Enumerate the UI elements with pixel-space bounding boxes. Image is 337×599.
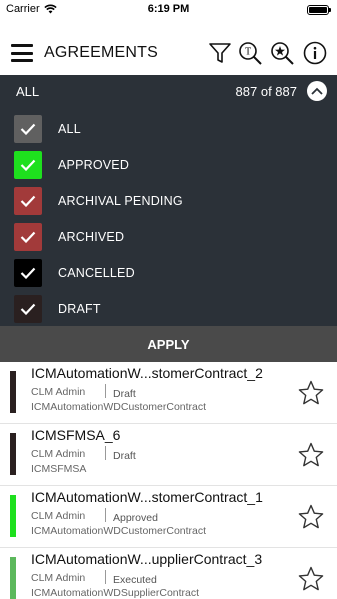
agreement-name: ICMAutomationW...upplierContract_3	[31, 551, 263, 567]
collapse-chevron-icon[interactable]	[307, 81, 327, 101]
advanced-search-icon[interactable]	[269, 40, 295, 66]
agreement-row[interactable]: ICMSFMSA_6 CLM Admin Draft ICMSFMSA	[0, 424, 337, 486]
filter-option-label: ARCHIVED	[58, 230, 125, 244]
filter-option[interactable]: ARCHIVED	[14, 223, 324, 251]
agreement-owner: CLM Admin	[31, 386, 86, 398]
checkbox[interactable]	[14, 115, 42, 143]
agreement-type: ICMAutomationWDCustomerContract	[31, 401, 207, 413]
checkmark-icon	[20, 303, 36, 315]
filter-option[interactable]: APPROVED	[14, 151, 324, 179]
app-header: AGREEMENTS T	[0, 33, 337, 73]
agreement-status: Draft	[113, 388, 136, 400]
agreement-count: 887 of 887	[235, 84, 297, 99]
status-bar: Carrier 6:19 PM	[0, 0, 337, 20]
agreement-owner: CLM Admin	[31, 448, 86, 460]
filter-option-label: ARCHIVAL PENDING	[58, 194, 183, 208]
filter-icon[interactable]	[207, 40, 233, 66]
filter-scope-label: ALL	[16, 84, 40, 99]
status-color-bar	[10, 495, 16, 537]
status-color-bar	[10, 557, 16, 599]
agreement-owner: CLM Admin	[31, 572, 86, 584]
agreement-row[interactable]: ICMAutomationW...stomerContract_1 CLM Adm…	[0, 486, 337, 548]
divider	[105, 508, 106, 522]
divider	[105, 570, 106, 584]
agreement-name: ICMSFMSA_6	[31, 427, 121, 443]
apply-button[interactable]: APPLY	[0, 326, 337, 362]
agreement-owner: CLM Admin	[31, 510, 86, 522]
divider	[105, 446, 106, 460]
agreement-type: ICMAutomationWDSupplierContract	[31, 587, 200, 599]
agreement-type: ICMSFMSA	[31, 463, 87, 475]
svg-text:T: T	[245, 47, 251, 58]
agreement-status: Approved	[113, 512, 158, 524]
agreement-row[interactable]: ICMAutomationW...stomerContract_2 CLM Adm…	[0, 362, 337, 424]
clock: 6:19 PM	[147, 3, 190, 15]
star-icon[interactable]	[297, 441, 325, 469]
filter-option-label: DRAFT	[58, 302, 101, 316]
checkmark-icon	[20, 267, 36, 279]
checkbox[interactable]	[14, 151, 42, 179]
star-icon[interactable]	[297, 379, 325, 407]
divider	[105, 384, 106, 398]
filter-option[interactable]: CANCELLED	[14, 259, 324, 287]
info-icon[interactable]	[302, 40, 328, 66]
filter-option[interactable]: ARCHIVAL PENDING	[14, 187, 324, 215]
star-icon[interactable]	[297, 503, 325, 531]
page-title: AGREEMENTS	[44, 44, 159, 61]
checkmark-icon	[20, 159, 36, 171]
filter-option-label: ALL	[58, 122, 81, 136]
checkmark-icon	[20, 231, 36, 243]
agreement-type: ICMAutomationWDCustomerContract	[31, 525, 207, 537]
filter-option-label: CANCELLED	[58, 266, 135, 280]
checkbox[interactable]	[14, 295, 42, 323]
status-filter-panel: ALL 887 of 887 ALL APPROVED ARCHIVAL PENDI…	[0, 75, 337, 326]
agreement-name: ICMAutomationW...stomerContract_2	[31, 365, 263, 381]
agreement-row[interactable]: ICMAutomationW...upplierContract_3 CLM Ad…	[0, 548, 337, 599]
checkbox[interactable]	[14, 187, 42, 215]
star-icon[interactable]	[297, 565, 325, 593]
checkbox[interactable]	[14, 223, 42, 251]
filter-summary: ALL 887 of 887	[0, 75, 337, 107]
status-color-bar	[10, 433, 16, 475]
menu-icon[interactable]	[11, 44, 33, 62]
status-color-bar	[10, 371, 16, 413]
checkmark-icon	[20, 195, 36, 207]
checkbox[interactable]	[14, 259, 42, 287]
agreement-status: Executed	[113, 574, 157, 586]
filter-option-label: APPROVED	[58, 158, 130, 172]
agreement-status: Draft	[113, 450, 136, 462]
text-search-icon[interactable]: T	[237, 40, 263, 66]
agreement-name: ICMAutomationW...stomerContract_1	[31, 489, 263, 505]
filter-option[interactable]: ALL	[14, 115, 324, 143]
filter-option[interactable]: DRAFT	[14, 295, 324, 323]
checkmark-icon	[20, 123, 36, 135]
battery-icon	[307, 5, 331, 15]
